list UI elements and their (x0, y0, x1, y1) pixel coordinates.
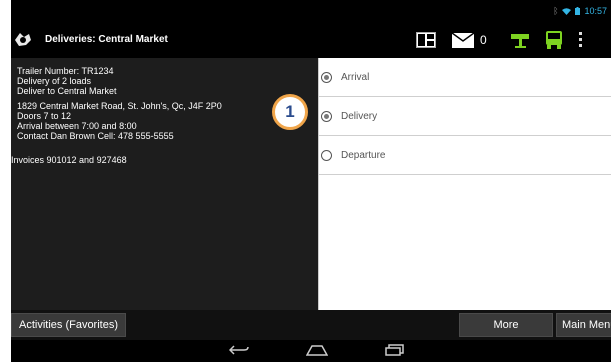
screen-title: Deliveries: Central Market (45, 34, 168, 45)
load-count: Delivery of 2 loads (17, 76, 92, 86)
overflow-menu-button[interactable] (578, 30, 583, 50)
radio-label: Departure (341, 149, 386, 161)
radio-option-arrival[interactable]: Arrival (319, 58, 611, 97)
trip-details-panel: Trailer Number: TR1234 Delivery of 2 loa… (11, 58, 318, 310)
vehicle-button[interactable] (545, 30, 563, 50)
bus-icon (545, 31, 562, 49)
radio-option-delivery[interactable]: Delivery (319, 97, 611, 136)
radio-button[interactable] (321, 149, 332, 161)
radio-option-departure[interactable]: Departure (319, 136, 611, 175)
callout-marker: 1 (272, 94, 308, 130)
wifi-icon (562, 7, 572, 15)
battery-icon (575, 7, 581, 15)
stop-status-panel: Arrival Delivery Departure (318, 58, 611, 310)
contact: Contact Dan Brown Cell: 478 555-5555 (17, 131, 174, 141)
envelope-icon (452, 32, 474, 48)
clock: 10:57 (584, 6, 607, 16)
documents-button[interactable] (416, 30, 436, 50)
destination: Deliver to Central Market (17, 86, 117, 96)
bluetooth-icon: ᛒ (553, 6, 559, 16)
signpost-icon (510, 34, 529, 48)
left-margin (0, 0, 11, 362)
trailer-number: Trailer Number: TR1234 (17, 66, 114, 76)
navigation-bar (11, 340, 611, 362)
overflow-menu-icon (578, 32, 582, 47)
main-menu-button[interactable]: Main Menu (556, 313, 611, 337)
bottom-button-bar: Activities (Favorites) More Main Menu (11, 310, 611, 340)
home-icon[interactable] (306, 344, 328, 356)
tablet-screen: ᛒ 10:57 Deliveries: Central Market 0 Tra… (0, 0, 611, 362)
more-button[interactable]: More (459, 313, 553, 337)
back-icon[interactable] (229, 344, 249, 356)
radio-button[interactable] (321, 110, 332, 122)
recent-apps-icon[interactable] (385, 344, 405, 356)
arrival-window: Arrival between 7:00 and 8:00 (17, 121, 137, 131)
app-logo-icon[interactable] (13, 31, 33, 49)
action-bar-icons: 0 (416, 30, 599, 50)
radio-label: Arrival (341, 71, 370, 83)
message-count: 0 (480, 33, 487, 47)
activities-favorites-button[interactable]: Activities (Favorites) (11, 313, 126, 337)
radio-button[interactable] (321, 71, 332, 83)
hos-button[interactable] (510, 30, 529, 50)
documents-icon (416, 32, 436, 48)
status-icons: ᛒ 10:57 (553, 6, 607, 16)
invoices: Invoices 901012 and 927468 (11, 155, 127, 165)
status-bar: ᛒ 10:57 (11, 0, 611, 22)
radio-label: Delivery (341, 110, 378, 122)
action-bar: Deliveries: Central Market 0 (11, 22, 611, 58)
messages-button[interactable]: 0 (452, 30, 487, 50)
